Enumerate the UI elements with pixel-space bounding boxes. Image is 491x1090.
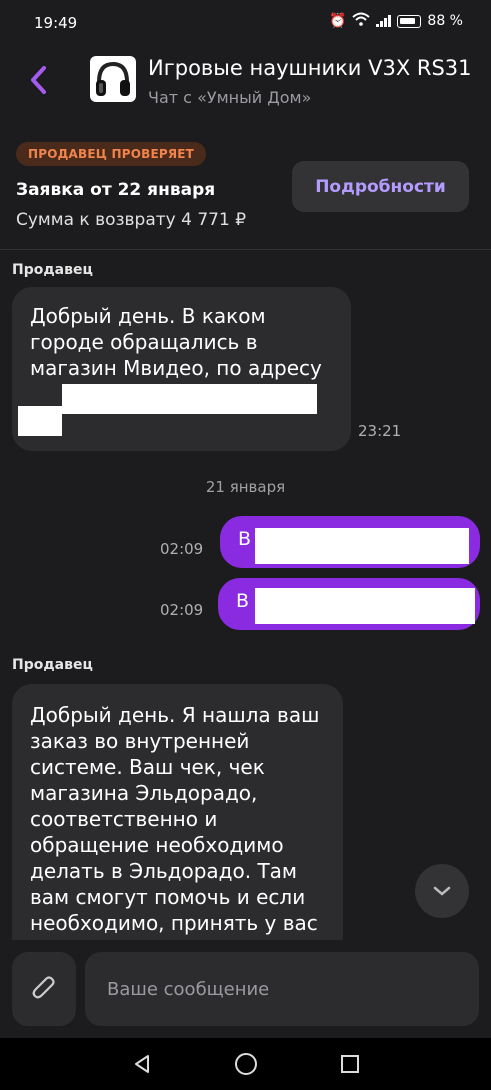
details-button[interactable]: Подробности [292, 161, 469, 212]
battery-percent: 88 % [427, 13, 463, 29]
message-line: системе. Ваш чек, чек [30, 755, 265, 779]
paperclip-icon [32, 976, 55, 999]
signal-icon [376, 15, 392, 27]
message-line: вам смогут помочь и если [30, 885, 306, 909]
back-button[interactable] [24, 62, 54, 98]
chat-title: Игровые наушники V3X RS31 [148, 56, 472, 80]
message-input[interactable] [85, 952, 479, 1026]
message-line: обращение необходимо [30, 833, 284, 857]
message-line: магазин Мвидео, по адресу [30, 356, 322, 380]
incoming-message[interactable]: Добрый день. Я нашла ваш заказ во внутре… [12, 684, 343, 940]
date-separator: 21 января [205, 478, 286, 496]
message-time: 02:09 [160, 540, 204, 558]
product-avatar[interactable] [90, 56, 136, 102]
scroll-down-button[interactable] [415, 864, 469, 918]
message-time: 23:21 [358, 422, 402, 440]
chevron-down-icon [433, 886, 451, 896]
status-badge: ПРОДАВЕЦ ПРОВЕРЯЕТ [16, 142, 207, 166]
composer [0, 940, 491, 1038]
claim-title: Заявка от 22 января [16, 180, 216, 200]
message-line: Добрый день. Я нашла ваш [30, 703, 320, 727]
message-line: делать в Эльдорадо. Там [30, 859, 298, 883]
redacted-block [18, 406, 62, 436]
nav-recents-icon[interactable] [340, 1054, 360, 1074]
refund-amount: Сумма к возврату 4 771 ₽ [16, 210, 247, 230]
chat-subtitle: Чат с «Умный Дом» [148, 88, 312, 107]
message-line: городе обращались в [30, 330, 258, 354]
wifi-icon [352, 12, 371, 30]
headphones-icon [96, 61, 130, 96]
nav-home-icon[interactable] [234, 1052, 258, 1076]
message-line: Добрый день. В каком [30, 304, 266, 328]
sender-label: Продавец [12, 262, 93, 278]
message-text: В [236, 590, 250, 612]
message-line: заказ во внутренней [30, 729, 250, 753]
message-text: В [238, 528, 252, 550]
incoming-message[interactable]: Добрый день. В каком городе обращались в… [12, 287, 351, 451]
chevron-left-icon [31, 66, 46, 94]
nav-back-icon[interactable] [131, 1053, 153, 1075]
message-line: необходимо, принять у вас [30, 911, 318, 935]
status-icons: ⏰ 88 % [329, 12, 463, 30]
status-bar: 19:49 ⏰ 88 % [0, 0, 491, 44]
message-time: 02:09 [160, 601, 204, 619]
alarm-icon: ⏰ [328, 13, 347, 29]
system-nav-bar [0, 1038, 491, 1090]
message-line: магазина Эльдорадо, [30, 781, 258, 805]
redacted-block [255, 588, 475, 624]
battery-icon [397, 14, 422, 28]
chat-header: Игровые наушники V3X RS31 Чат с «Умный Д… [0, 44, 491, 120]
message-line: соответственно и [30, 807, 218, 831]
redacted-block [255, 528, 469, 564]
redacted-block [62, 384, 317, 414]
sender-label: Продавец [12, 657, 93, 673]
attach-button[interactable] [12, 952, 76, 1026]
status-time: 19:49 [34, 14, 78, 32]
claim-panel: ПРОДАВЕЦ ПРОВЕРЯЕТ Заявка от 22 января С… [0, 130, 491, 250]
